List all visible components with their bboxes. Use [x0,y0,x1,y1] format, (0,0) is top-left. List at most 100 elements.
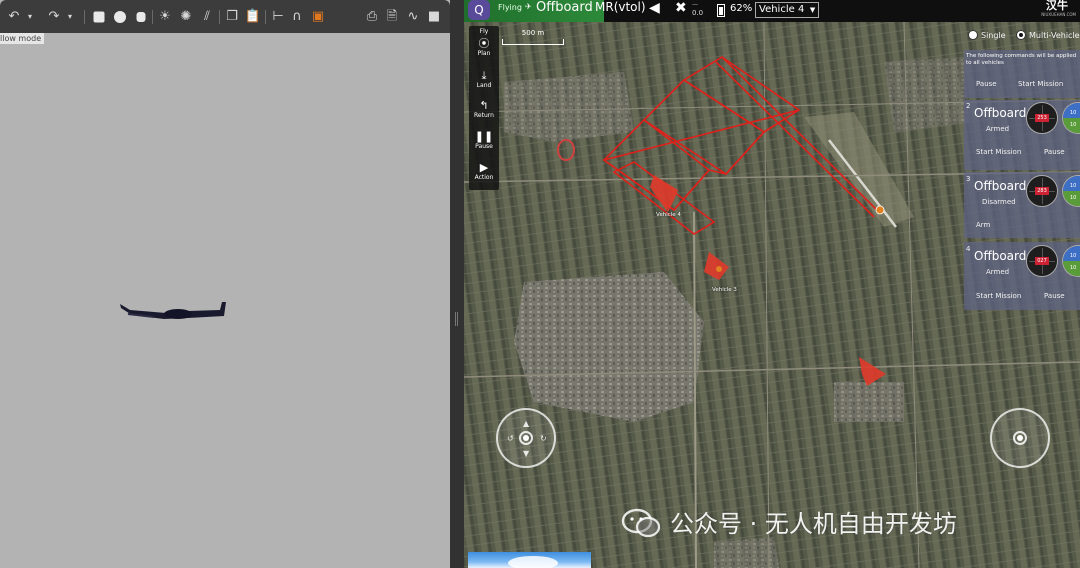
attitude-bottom-value: 10 [1070,265,1077,271]
pause-button[interactable]: Pause [1044,148,1065,156]
play-icon: ▶ [479,161,489,174]
fly-label: Fly [479,28,489,35]
single-label: Single [981,31,1006,40]
fly-toolstrip: Fly ⦿ Plan ⤓ Land ↰ Return ❚❚ Pause ▶ Action [469,26,499,190]
video-record-icon[interactable]: ■ [426,9,442,25]
snap-magnet-icon[interactable]: ∩ [289,9,305,25]
vehicle-mode: Offboard [974,179,1027,193]
toolstrip-fly[interactable]: Fly [469,28,499,35]
return-icon: ↰ [479,99,489,112]
wechat-watermark-text: 公众号 · 无人机自由开发坊 [670,510,957,538]
sphere-shape-icon[interactable] [112,9,128,25]
pause-button[interactable]: Pause [1044,292,1065,300]
toolstrip-plan[interactable]: ⦿ Plan [469,37,499,58]
point-light-icon[interactable]: ☀ [157,9,173,25]
pause-label: Pause [475,143,493,150]
follow-mode-label: llow mode [0,33,45,44]
vehicle-mode: Offboard [974,106,1027,120]
directional-light-icon[interactable]: ⫽ [199,9,215,25]
toolstrip-action[interactable]: ▶ Action [469,161,499,182]
start-mission-all-button[interactable]: Start Mission [1018,80,1063,88]
toolbar-separator [152,10,153,24]
video-thumbnail[interactable] [468,552,591,568]
vehicle-card: 2 Offboard Armed 253 10 10 Start Mission… [964,100,1080,170]
vehicle-4-map-label: Vehicle 4 [656,212,681,218]
gazebo-window: ↶ ▾ ↷ ▾ ☀ ✺ ⫽ ❐ 📋 ⊢ ∩ ▣ ⎙ 🗎 ∿ ■ llow mod… [0,0,450,568]
return-label: Return [474,112,494,119]
vehicle-type-text[interactable]: MR(vtol) [595,0,646,14]
qgc-logo-icon[interactable]: Q [468,0,490,20]
change-view-icon[interactable]: ▣ [310,9,326,25]
all-vehicles-box: The following commands will be applied t… [964,50,1080,98]
rotate-right-icon: ↻ [540,434,547,443]
start-mission-button[interactable]: Start Mission [976,292,1021,300]
vehicle-id: 4 [966,245,971,253]
toolstrip-land[interactable]: ⤓ Land [469,70,499,90]
heading-value: 283 [1035,187,1049,195]
right-virtual-joystick[interactable] [990,408,1050,468]
vehicle-card: 4 Offboard Armed 027 10 10 Start Mission… [964,242,1080,310]
redo-dropdown-icon[interactable]: ▾ [62,9,78,25]
toolstrip-pause[interactable]: ❚❚ Pause [469,130,499,151]
undo-dropdown-icon[interactable]: ▾ [22,9,38,25]
undo-icon[interactable]: ↶ [6,9,22,25]
attitude-indicator-icon: 10 10 [1062,175,1080,207]
action-label: Action [474,174,494,181]
attitude-bottom-value: 10 [1070,195,1077,201]
box-shape-icon[interactable] [91,9,107,25]
copy-icon[interactable]: ❐ [224,9,240,25]
screenshot-camera-icon[interactable]: ⎙ [364,9,380,25]
single-radio[interactable] [968,30,978,40]
plan-label: Plan [477,50,491,57]
battery-percent: 62% [730,3,753,14]
map-scale-label: 500 m [521,29,545,37]
toolbar-separator [84,10,85,24]
redo-icon[interactable]: ↷ [46,9,62,25]
qgc-toolbar: Q Flying ✈ Offboard MR(vtol) ◀ ✖ — 0.0 6… [464,0,1080,22]
gps-satellite-icon[interactable]: ✖ [675,0,687,16]
gps-count-label: — [692,1,698,8]
start-mission-button[interactable]: Start Mission [976,148,1021,156]
vehicle-arm-state: Armed [986,125,1010,133]
heading-value: 027 [1035,257,1049,265]
arm-button[interactable]: Arm [976,221,990,229]
vehicle-selector[interactable]: Vehicle 4 ▼ [755,2,820,18]
compass-icon: 027 [1026,245,1058,277]
cylinder-shape-icon[interactable] [133,9,149,25]
toolbar-separator [265,10,266,24]
flight-mode-selector[interactable]: Offboard [536,0,593,15]
align-icon[interactable]: ⊢ [270,9,286,25]
attitude-top-value: 10 [1070,253,1077,259]
attitude-bottom-value: 10 [1070,122,1077,128]
vehicle-arm-state: Armed [986,268,1010,276]
left-virtual-joystick[interactable]: ▲ ▼ ↺ ↻ [496,408,556,468]
pause-all-button[interactable]: Pause [976,80,997,88]
joystick-knob[interactable] [519,431,533,445]
vehicle-arm-state: Disarmed [982,198,1016,206]
pause-icon: ❚❚ [474,130,494,143]
attitude-indicator-icon: 10 10 [1062,102,1080,134]
mode-plane-icon: ✈ [525,2,532,11]
window-divider[interactable] [450,0,464,568]
gazebo-toolbar: ↶ ▾ ↷ ▾ ☀ ✺ ⫽ ❐ 📋 ⊢ ∩ ▣ ⎙ 🗎 ∿ ■ [0,0,450,33]
multi-vehicle-radio[interactable] [1016,30,1026,40]
toolstrip-return[interactable]: ↰ Return [469,99,499,120]
map-scale: 500 m [502,29,564,45]
plot-icon[interactable]: ∿ [405,9,421,25]
battery-icon[interactable] [717,4,725,17]
arrow-up-icon: ▲ [523,419,530,428]
vehicle-id: 3 [966,175,971,183]
paste-icon[interactable]: 📋 [245,9,261,25]
log-data-icon[interactable]: 🗎 [384,9,400,25]
wechat-logo-icon [621,508,661,538]
plan-icon: ⦿ [478,37,490,50]
joystick-knob[interactable] [1013,431,1027,445]
speaker-mute-icon[interactable]: ◀ [649,0,660,16]
toolbar-separator [219,10,220,24]
vehicle-mode: Offboard [974,249,1027,263]
divider-handle[interactable] [455,312,458,326]
spot-light-icon[interactable]: ✺ [178,9,194,25]
chevron-down-icon: ▼ [809,6,816,14]
land-label: Land [476,82,492,89]
flight-state-text: Flying [498,3,522,12]
